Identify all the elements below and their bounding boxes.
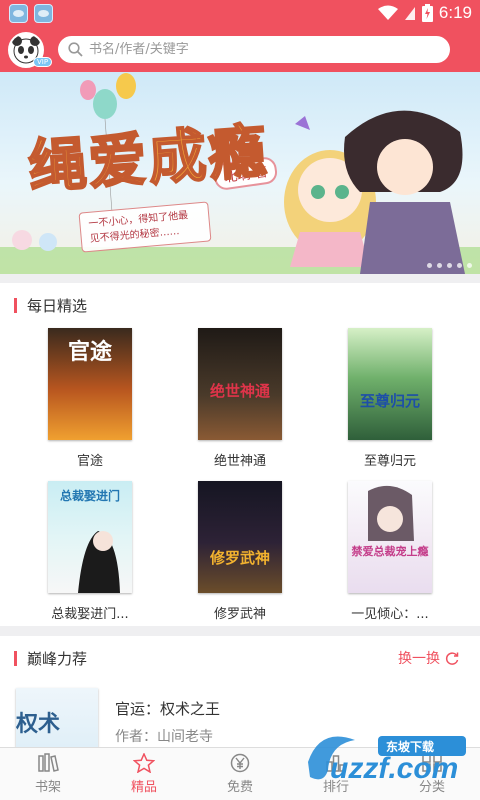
notification-app-icon bbox=[9, 4, 28, 23]
carousel-indicator bbox=[427, 263, 472, 268]
section-header: 每日精选 bbox=[0, 283, 480, 327]
carousel-dot bbox=[457, 263, 462, 268]
book-title: 绝世神通 bbox=[213, 454, 266, 469]
book-title: 至尊归元 bbox=[363, 454, 416, 469]
book-item[interactable]: 绝世神通 绝世神通 bbox=[180, 328, 300, 469]
carousel-dot bbox=[427, 263, 432, 268]
section-title: 巅峰力荐 bbox=[27, 650, 88, 668]
book-title: 修罗武神 bbox=[213, 607, 266, 622]
wifi-icon bbox=[377, 5, 398, 20]
book-item[interactable]: 禁爱总裁宠上瘾 一见倾心：... bbox=[330, 481, 450, 622]
app-header: VIP bbox=[0, 26, 480, 72]
book-cover[interactable]: 官途 bbox=[48, 328, 132, 440]
book-cover[interactable]: 绝世神通 bbox=[198, 328, 282, 440]
swap-button[interactable]: 换一换 bbox=[398, 648, 460, 668]
site-watermark: 东坡下载 uzzf.com bbox=[300, 722, 475, 792]
book-cover-title: 至尊归元 bbox=[359, 392, 420, 410]
section-title: 每日精选 bbox=[27, 297, 88, 315]
star-icon bbox=[133, 753, 155, 773]
tab-bookshelf[interactable]: 书架 bbox=[0, 748, 96, 800]
status-bar: 6:19 bbox=[0, 0, 480, 26]
book-cover[interactable]: 至尊归元 bbox=[348, 328, 432, 440]
book-item[interactable]: 至尊归元 至尊归元 bbox=[330, 328, 450, 469]
tab-label: 免费 bbox=[226, 780, 253, 795]
book-cover[interactable]: 修罗武神 bbox=[198, 481, 282, 593]
promo-banner[interactable]: 北璃·著 绳爱成瘾 一不小心，得知了他最 见不得光的秘密…… bbox=[0, 72, 480, 274]
tab-free[interactable]: 免费 bbox=[192, 748, 288, 800]
book-item[interactable]: 官途 官途 bbox=[30, 328, 150, 469]
book-cover-title: 绝世神通 bbox=[209, 382, 270, 400]
bookshelf-icon bbox=[38, 753, 59, 772]
book-cover-title: 禁爱总裁宠上瘾 bbox=[351, 545, 429, 558]
carousel-dot bbox=[447, 263, 452, 268]
vip-badge: VIP bbox=[33, 57, 53, 67]
book-title: 官途 bbox=[76, 454, 103, 469]
book-author: 作者：山间老寺 bbox=[115, 729, 213, 745]
signal-icon bbox=[404, 7, 415, 20]
book-cover-title: 官途 bbox=[67, 339, 112, 365]
book-cover[interactable]: 禁爱总裁宠上瘾 bbox=[348, 481, 432, 593]
refresh-icon bbox=[445, 652, 459, 665]
book-title: 总裁娶进门... bbox=[51, 607, 129, 622]
watermark-brand: uzzf.com bbox=[330, 752, 459, 785]
book-cover[interactable]: 权术 bbox=[16, 688, 98, 747]
section-accent-bar bbox=[14, 298, 17, 313]
yen-icon bbox=[230, 753, 250, 773]
section-header: 巅峰力荐 换一换 bbox=[0, 636, 480, 680]
book-title: 一见倾心：... bbox=[351, 607, 429, 622]
book-cover-title: 修罗武神 bbox=[209, 549, 270, 567]
book-cover[interactable]: 总裁娶进门 bbox=[48, 481, 132, 593]
cover-art bbox=[368, 485, 414, 541]
search-icon bbox=[68, 42, 83, 57]
cover-art bbox=[78, 531, 120, 593]
swap-label: 换一换 bbox=[398, 651, 440, 667]
daily-picks-section: 每日精选 官途 官途 绝世神通 绝世神通 至尊归元 至尊归元 总裁娶进门 总裁娶… bbox=[0, 283, 480, 626]
book-title[interactable]: 官运：权术之王 bbox=[115, 698, 220, 719]
notification-app-icon bbox=[34, 4, 53, 23]
tab-label: 书架 bbox=[34, 780, 61, 795]
banner-title: 绳爱成瘾 bbox=[25, 116, 271, 203]
tab-label: 精品 bbox=[130, 780, 157, 795]
carousel-dot bbox=[437, 263, 442, 268]
status-time: 6:19 bbox=[438, 3, 472, 22]
search-input[interactable] bbox=[89, 42, 419, 57]
book-item[interactable]: 修罗武神 修罗武神 bbox=[180, 481, 300, 622]
search-bar[interactable] bbox=[58, 36, 450, 63]
tab-featured[interactable]: 精品 bbox=[96, 748, 192, 800]
book-cover-title: 权术 bbox=[16, 711, 61, 737]
battery-charging-icon bbox=[421, 4, 433, 22]
book-item[interactable]: 总裁娶进门 总裁娶进门... bbox=[30, 481, 150, 622]
carousel-dot bbox=[467, 263, 472, 268]
section-accent-bar bbox=[14, 651, 17, 666]
